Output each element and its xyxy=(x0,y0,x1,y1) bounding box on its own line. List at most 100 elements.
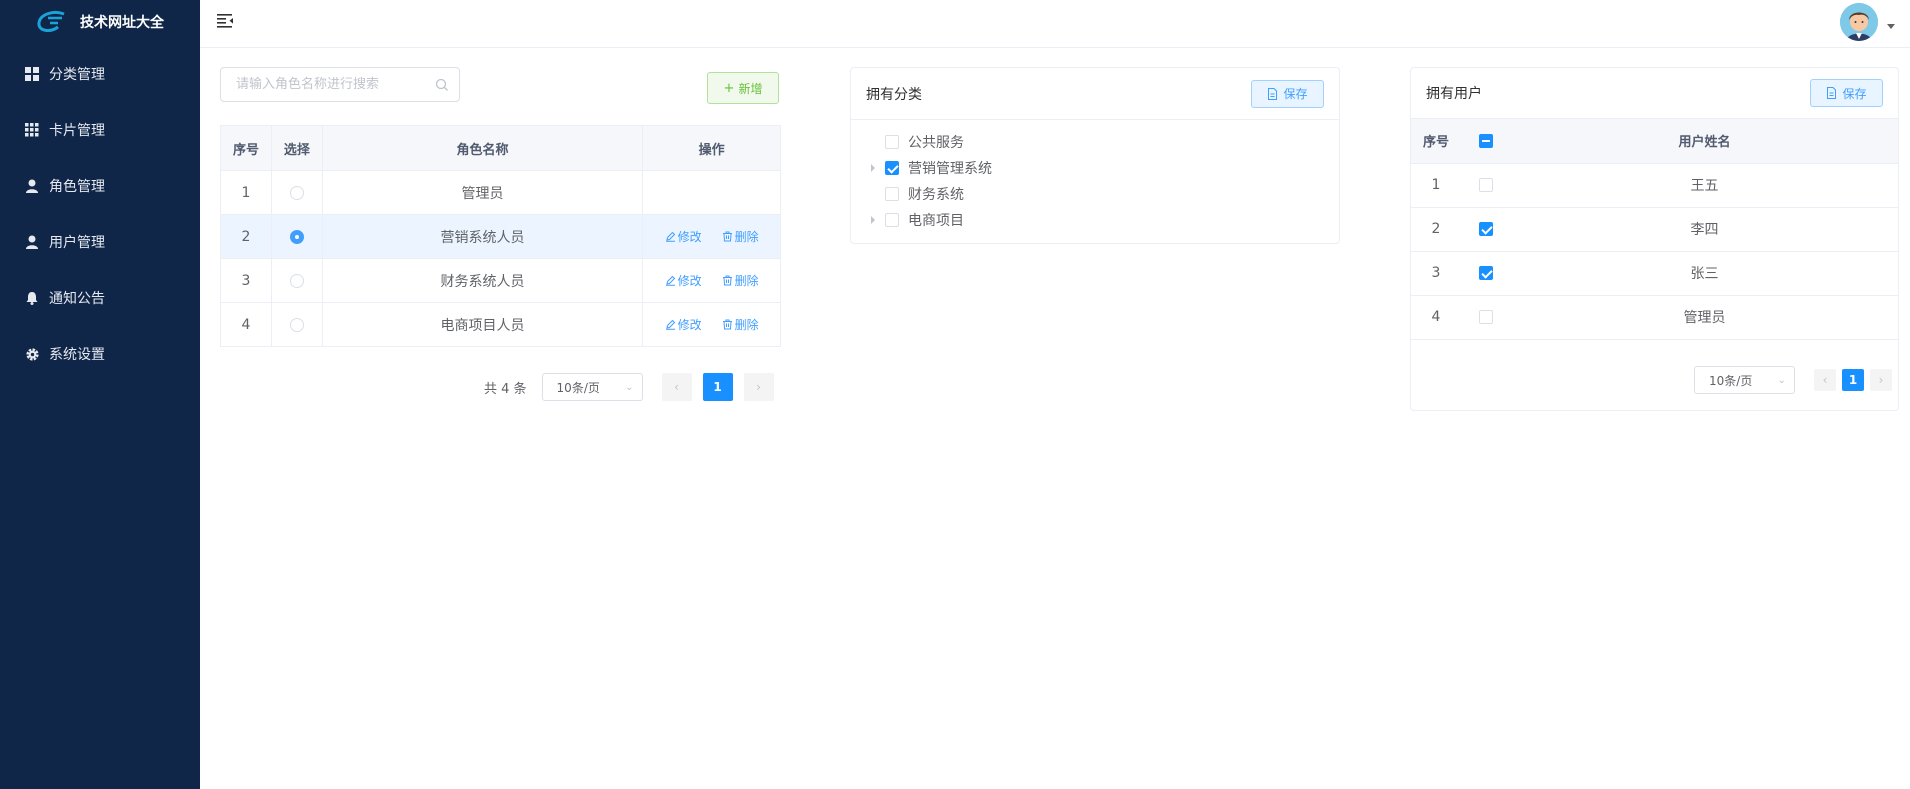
edit-role-button[interactable]: 修改 xyxy=(665,316,702,333)
column-header: 操作 xyxy=(642,125,781,171)
sidebar-item-cards[interactable]: 卡片管理 xyxy=(0,102,200,158)
delete-icon xyxy=(722,319,732,329)
edit-role-button[interactable]: 修改 xyxy=(665,228,702,245)
logo-icon xyxy=(37,10,65,32)
edit-icon xyxy=(665,319,675,330)
row-index: 3 xyxy=(1411,251,1461,296)
sidebar-item-notices[interactable]: 通知公告 xyxy=(0,270,200,326)
delete-label: 删除 xyxy=(734,273,759,288)
page-number-current[interactable]: 1 xyxy=(1842,369,1864,391)
top-header xyxy=(200,0,1910,48)
users-table: 序号 用户姓名 1 王五 2 李四 3 张三 4 管理员 xyxy=(1411,119,1898,340)
row-select xyxy=(270,170,323,215)
role-search-input[interactable] xyxy=(221,68,421,101)
sidebar-item-category[interactable]: 分类管理 xyxy=(0,46,200,102)
user-icon xyxy=(24,234,40,250)
table-row[interactable]: 2 营销系统人员 修改 删除 xyxy=(220,214,781,259)
tree-checkbox[interactable] xyxy=(885,187,899,201)
caret-right-icon[interactable] xyxy=(861,216,885,224)
roles-table: 序号 选择 角色名称 操作 1 管理员 2 营销系统人员 修改 删除 3 财务系… xyxy=(220,125,781,347)
collapse-menu-icon[interactable] xyxy=(217,13,235,29)
table-row[interactable]: 4 电商项目人员 修改 删除 xyxy=(220,302,781,347)
prev-page-button[interactable]: ‹ xyxy=(661,373,692,401)
sidebar: 技术网址大全 分类管理 卡片管理 角色管理 用户管理 通知公告 系统设置 xyxy=(0,0,200,789)
table-row[interactable]: 2 李四 xyxy=(1411,207,1898,252)
page-size-select[interactable]: 10条/页 ⌄ xyxy=(1694,366,1795,394)
user-checkbox[interactable] xyxy=(1479,310,1493,324)
next-page-button[interactable]: › xyxy=(1870,369,1892,391)
tree-node[interactable]: 电商项目 xyxy=(861,207,1339,233)
categories-card: 拥有分类 保存 公共服务 营销管理系统 财务系统 电商项目 xyxy=(850,67,1340,244)
user-checkbox[interactable] xyxy=(1479,178,1493,192)
row-actions: 修改 删除 xyxy=(642,302,781,347)
grid-icon xyxy=(24,66,40,82)
role-name: 管理员 xyxy=(321,170,644,215)
delete-role-button[interactable]: 删除 xyxy=(722,228,759,245)
sidebar-item-settings[interactable]: 系统设置 xyxy=(0,326,200,382)
app-logo[interactable]: 技术网址大全 xyxy=(0,0,200,44)
user-checkbox[interactable] xyxy=(1479,222,1493,236)
select-all-checkbox[interactable] xyxy=(1479,133,1493,148)
next-page-button[interactable]: › xyxy=(743,373,774,401)
chevron-left-icon: ‹ xyxy=(1822,373,1828,387)
tree-node-label: 公共服务 xyxy=(908,135,964,151)
tree-node[interactable]: 财务系统 xyxy=(861,181,1339,207)
avatar[interactable] xyxy=(1840,3,1878,41)
column-header: 选择 xyxy=(270,125,323,171)
tree-checkbox[interactable] xyxy=(885,161,899,175)
table-header-row: 序号 用户姓名 xyxy=(1411,119,1898,164)
prev-page-button[interactable]: ‹ xyxy=(1814,369,1836,391)
delete-icon xyxy=(722,231,732,241)
user-name: 王五 xyxy=(1511,163,1898,208)
role-radio[interactable] xyxy=(289,229,304,244)
tree-checkbox[interactable] xyxy=(885,213,899,227)
search-icon[interactable] xyxy=(435,78,449,92)
edit-icon xyxy=(665,275,675,286)
edit-icon xyxy=(665,231,675,242)
role-radio[interactable] xyxy=(289,273,304,288)
table-row[interactable]: 4 管理员 xyxy=(1411,295,1898,340)
table-header-row: 序号 选择 角色名称 操作 xyxy=(220,125,781,171)
avatar-icon xyxy=(1840,3,1878,41)
tree-node[interactable]: 公共服务 xyxy=(861,129,1339,155)
chevron-right-icon: › xyxy=(1878,373,1884,387)
sidebar-item-users[interactable]: 用户管理 xyxy=(0,214,200,270)
table-row[interactable]: 3 张三 xyxy=(1411,251,1898,296)
tree-node[interactable]: 营销管理系统 xyxy=(861,155,1339,181)
caret-right-icon[interactable] xyxy=(861,164,885,172)
edit-role-button[interactable]: 修改 xyxy=(665,272,702,289)
row-select xyxy=(270,302,323,347)
role-name: 营销系统人员 xyxy=(321,214,644,259)
row-actions: 修改 删除 xyxy=(642,258,781,303)
edit-label: 修改 xyxy=(677,229,702,244)
caret-down-icon[interactable] xyxy=(1887,24,1895,29)
page-number-current[interactable]: 1 xyxy=(702,373,733,401)
page-size-value: 10条/页 xyxy=(1709,373,1753,388)
sidebar-item-label: 分类管理 xyxy=(49,67,105,83)
delete-role-button[interactable]: 删除 xyxy=(722,316,759,333)
save-categories-button[interactable]: 保存 xyxy=(1251,79,1324,108)
role-search-input-wrapper xyxy=(220,67,460,102)
table-row[interactable]: 1 管理员 xyxy=(220,170,781,215)
categories-card-header: 拥有分类 保存 xyxy=(851,68,1339,120)
role-radio[interactable] xyxy=(289,185,304,200)
column-header: 序号 xyxy=(1411,119,1461,164)
tree-checkbox[interactable] xyxy=(885,135,899,149)
role-radio[interactable] xyxy=(289,317,304,332)
save-users-button[interactable]: 保存 xyxy=(1810,79,1883,107)
chevron-right-icon: › xyxy=(756,380,761,394)
row-index: 1 xyxy=(1411,163,1461,208)
apps-icon xyxy=(24,122,40,138)
delete-role-button[interactable]: 删除 xyxy=(722,272,759,289)
role-name: 财务系统人员 xyxy=(321,258,644,303)
row-index: 2 xyxy=(220,214,272,259)
table-row[interactable]: 3 财务系统人员 修改 删除 xyxy=(220,258,781,303)
sidebar-item-roles[interactable]: 角色管理 xyxy=(0,158,200,214)
category-tree: 公共服务 营销管理系统 财务系统 电商项目 xyxy=(851,120,1339,233)
page-size-select[interactable]: 10条/页 ⌄ xyxy=(541,373,643,401)
table-row[interactable]: 1 王五 xyxy=(1411,163,1898,208)
chevron-left-icon: ‹ xyxy=(674,380,679,394)
user-checkbox[interactable] xyxy=(1479,266,1493,280)
add-role-button[interactable]: + 新增 xyxy=(707,72,779,104)
pagination-total: 共 4 条 xyxy=(484,381,527,397)
